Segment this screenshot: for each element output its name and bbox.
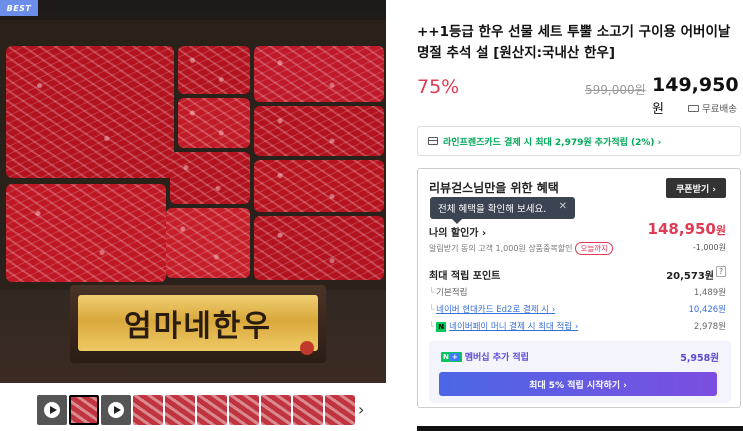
benefit-tooltip: 전체 혜택을 확인해 보세요. ✕ xyxy=(430,197,575,224)
meat-slice xyxy=(178,98,250,148)
brand-plaque: 엄마네한우 xyxy=(70,285,326,363)
meat-slice xyxy=(6,46,174,178)
npay-icon: N xyxy=(436,321,447,332)
nplus-icon: N + xyxy=(441,351,462,362)
points-row-npay-money[interactable]: └ N 네이버페이 머니 결제 시 최대 적립 › xyxy=(429,320,578,332)
card-promo-banner[interactable]: 라인프렌즈카드 결제 시 최대 2,979원 추가적립 (2%) › xyxy=(417,126,741,156)
thumbnail-video[interactable] xyxy=(37,395,67,425)
meat-slice xyxy=(254,46,384,102)
membership-label: N + 멤버십 추가 적립 xyxy=(441,350,529,363)
nplus-plus: + xyxy=(449,352,460,361)
truck-icon xyxy=(688,104,699,112)
membership-start-button[interactable]: 최대 5% 적립 시작하기 › xyxy=(439,372,717,396)
meat-slice xyxy=(178,46,250,94)
credit-card-icon xyxy=(428,137,438,145)
points-row-amount: 1,489원 xyxy=(693,288,726,298)
benefit-box: 리뷰걷스님만을 위한 혜택 쿠폰받기 › 전체 혜택을 확인해 보세요. ✕ 나… xyxy=(417,168,741,408)
alarm-amount: -1,000원 xyxy=(692,243,726,252)
seal-icon xyxy=(300,341,314,355)
card-promo-text: 라인프렌즈카드 결제 시 최대 2,979원 추가적립 (2%) › xyxy=(443,137,662,148)
product-main-image[interactable]: BEST 엄마네한우 xyxy=(0,0,386,383)
nplus-n: N xyxy=(443,352,449,361)
best-badge: BEST xyxy=(0,0,38,16)
product-title: ++1등급 한우 선물 세트 투뿔 소고기 구이용 어버이날 명절 추석 설 [… xyxy=(417,24,731,61)
my-price-label[interactable]: 나의 할인가 › xyxy=(429,224,486,239)
sale-price-unit: 원 xyxy=(652,102,664,117)
discount-rate: 75% xyxy=(417,76,460,98)
membership-label-text: 멤버십 추가 적립 xyxy=(464,353,529,363)
coupon-button[interactable]: 쿠폰받기 › xyxy=(666,178,726,198)
alarm-text: 알림받기 동의 고객 1,000원 상품중복할인 xyxy=(429,244,573,253)
my-price-value: 148,950 xyxy=(647,220,716,238)
thumbnail-selected[interactable] xyxy=(69,395,99,425)
points-row-amount: 2,978원 xyxy=(693,322,726,332)
alarm-discount-row: 알림받기 동의 고객 1,000원 상품중복할인 오늘까지 xyxy=(429,242,614,255)
meat-slice xyxy=(254,106,384,156)
points-row-basic: └ 기본적립 xyxy=(429,288,468,298)
sale-price-value: 149,950 xyxy=(652,74,739,96)
play-icon xyxy=(114,406,121,414)
tooltip-text: 전체 혜택을 확인해 보세요. xyxy=(438,204,547,215)
points-row-hyundai-card[interactable]: └ 네이버 현대카드 Ed2로 결제 시 › xyxy=(429,303,555,315)
points-label: 최대 적립 포인트 xyxy=(429,271,501,282)
meat-slice xyxy=(254,216,384,280)
thumbnail-video[interactable] xyxy=(101,395,131,425)
thumbnail[interactable] xyxy=(325,395,355,425)
points-total: 20,573원 xyxy=(666,271,714,282)
shipping-label: 무료배송 xyxy=(702,104,737,115)
meat-board xyxy=(0,20,386,290)
today-tag: 오늘까지 xyxy=(575,242,614,255)
my-price-unit: 원 xyxy=(715,224,726,237)
chevron-right-icon[interactable]: › xyxy=(358,400,364,419)
thumbnail[interactable] xyxy=(165,395,195,425)
thumbnail[interactable] xyxy=(261,395,291,425)
meat-slice xyxy=(166,208,250,278)
membership-amount: 5,958원 xyxy=(680,353,719,364)
points-row-label[interactable]: 네이버페이 머니 결제 시 최대 적립 › xyxy=(449,322,578,332)
plaque-text: 엄마네한우 xyxy=(78,295,318,351)
points-row-label[interactable]: 네이버 현대카드 Ed2로 결제 시 › xyxy=(436,305,555,315)
meat-slice xyxy=(6,184,166,282)
thumbnail-strip: › xyxy=(0,392,386,428)
points-row-amount: 10,426원 xyxy=(688,305,726,315)
membership-box: N + 멤버십 추가 적립 5,958원 최대 5% 적립 시작하기 › xyxy=(429,341,731,403)
shipping-info: 무료배송 xyxy=(688,101,737,115)
my-price: 148,950원 xyxy=(648,220,726,238)
thumbnail[interactable] xyxy=(133,395,163,425)
thumbnail[interactable] xyxy=(293,395,323,425)
meat-slice xyxy=(254,160,384,212)
thumbnail[interactable] xyxy=(229,395,259,425)
play-icon xyxy=(50,406,57,414)
meat-slice xyxy=(170,152,250,204)
help-icon[interactable]: ? xyxy=(716,266,726,277)
points-row-label: 기본적립 xyxy=(436,288,468,298)
purchase-bar[interactable] xyxy=(417,426,743,431)
close-icon[interactable]: ✕ xyxy=(559,201,567,212)
original-price: 599,000원 xyxy=(585,83,646,97)
benefit-heading: 리뷰걷스님만을 위한 혜택 xyxy=(429,181,559,195)
thumbnail[interactable] xyxy=(197,395,227,425)
